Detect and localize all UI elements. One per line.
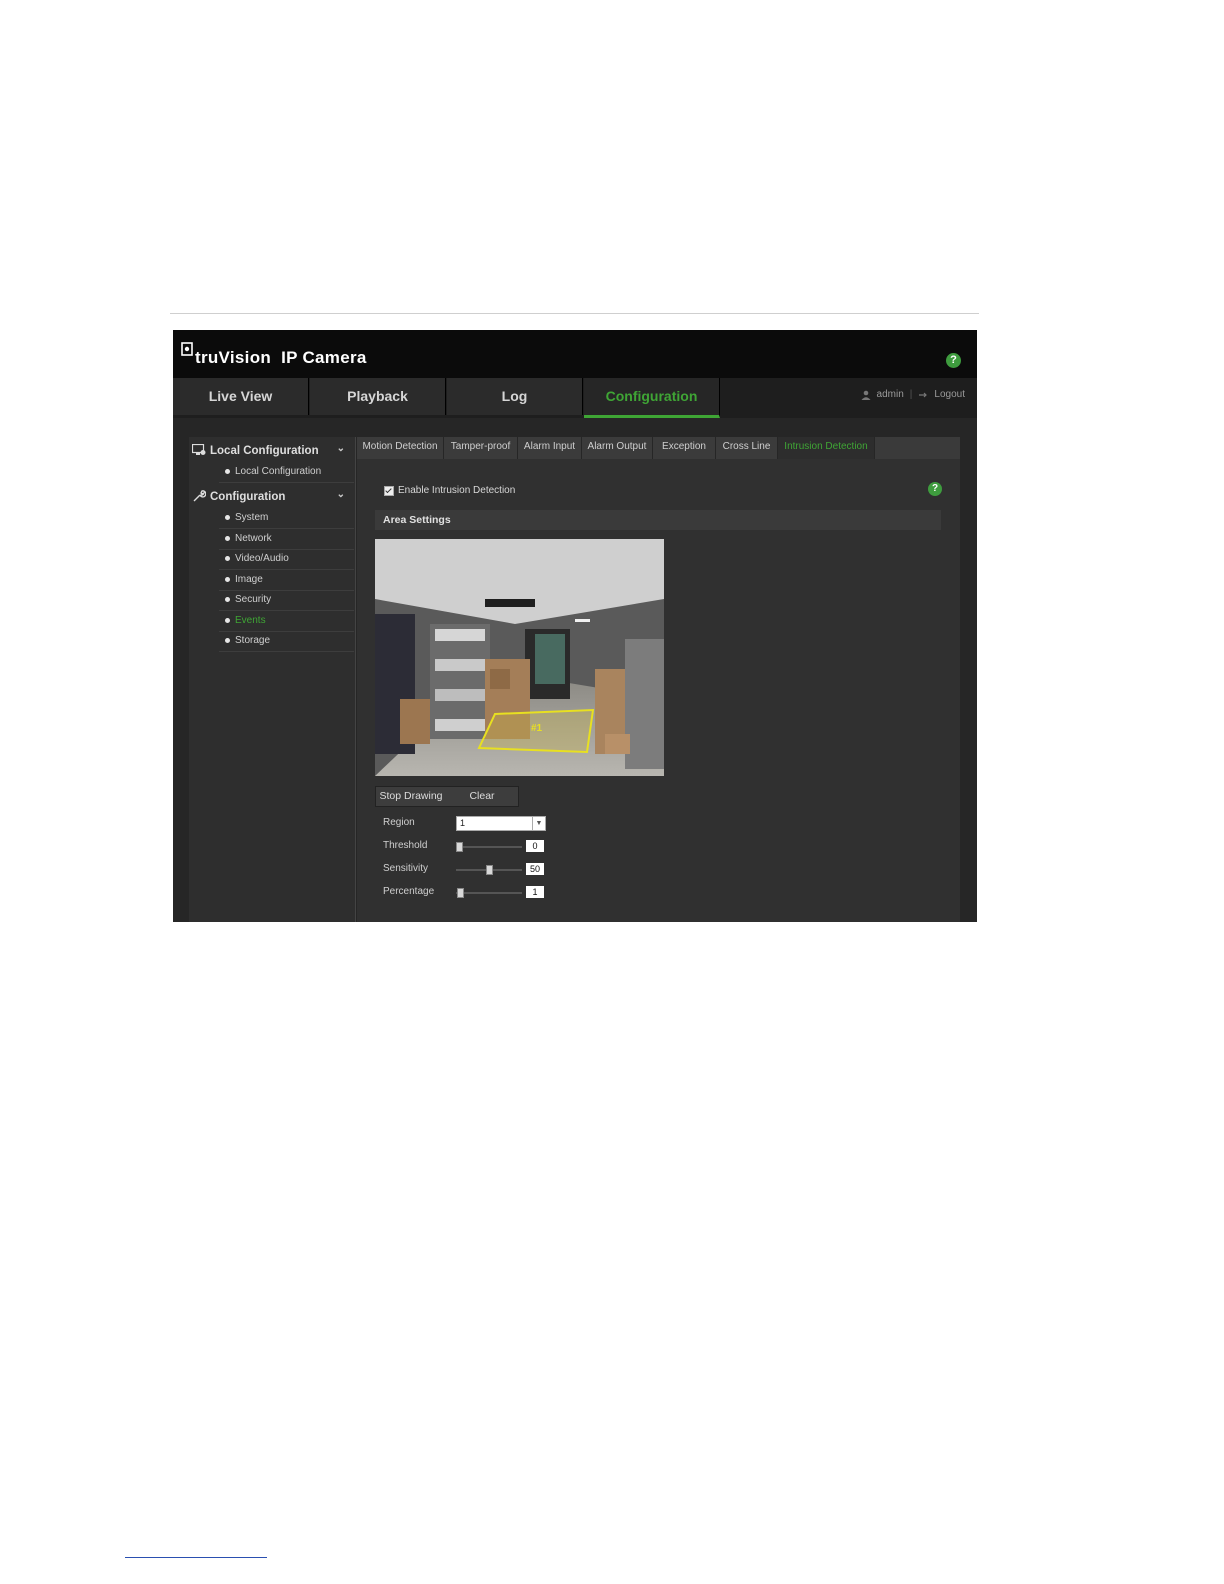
subtab-cross-line[interactable]: Cross Line bbox=[716, 437, 778, 459]
percentage-slider[interactable] bbox=[456, 888, 522, 898]
bullet-icon bbox=[225, 469, 230, 474]
page-top-rule bbox=[170, 313, 979, 314]
region-select[interactable]: 1 ▼ bbox=[456, 816, 546, 831]
page-bottom-rule bbox=[125, 1557, 267, 1558]
percentage-label: Percentage bbox=[383, 886, 435, 897]
sidebar-item-label: Local Configuration bbox=[235, 466, 322, 477]
sidebar-item-network[interactable]: Network bbox=[219, 529, 354, 550]
sidebar-item-label: Events bbox=[235, 615, 266, 626]
sidebar-item-label: Security bbox=[235, 594, 272, 605]
sidebar-item-storage[interactable]: Storage bbox=[219, 631, 354, 652]
bullet-icon bbox=[225, 536, 230, 541]
sidebar-section-local-configuration[interactable]: Local Configuration ⌄ bbox=[189, 439, 355, 461]
sensitivity-value[interactable]: 50 bbox=[526, 863, 544, 875]
subtab-alarm-output[interactable]: Alarm Output bbox=[582, 437, 653, 459]
enable-intrusion-checkbox[interactable] bbox=[384, 485, 394, 496]
bullet-icon bbox=[225, 618, 230, 623]
threshold-slider[interactable] bbox=[456, 842, 522, 852]
tab-configuration[interactable]: Configuration bbox=[584, 378, 720, 418]
sidebar-item-label: System bbox=[235, 512, 269, 523]
logout-link[interactable]: Logout bbox=[934, 389, 965, 400]
main-nav: Live View Playback Log Configuration adm… bbox=[173, 378, 977, 418]
region-label: #1 bbox=[531, 723, 543, 734]
enable-intrusion-label: Enable Intrusion Detection bbox=[398, 485, 516, 496]
tab-log[interactable]: Log bbox=[447, 378, 583, 415]
sidebar-item-label: Storage bbox=[235, 635, 271, 646]
logout-icon bbox=[919, 392, 928, 397]
chevron-down-icon[interactable]: ⌄ bbox=[337, 489, 345, 500]
bullet-icon bbox=[225, 638, 230, 643]
chevron-down-icon[interactable]: ⌄ bbox=[337, 443, 345, 454]
brand: truVision IP Camera bbox=[181, 340, 367, 368]
region-label: Region bbox=[383, 817, 415, 828]
chevron-down-icon[interactable]: ▼ bbox=[532, 817, 545, 830]
sidebar-item-security[interactable]: Security bbox=[219, 590, 354, 611]
config-sidebar: Local Configuration ⌄ Local Configuratio… bbox=[189, 437, 356, 922]
sidebar-item-local-configuration[interactable]: Local Configuration bbox=[219, 462, 354, 483]
sidebar-section-label: Local Configuration bbox=[210, 445, 319, 457]
event-subtabs: Motion Detection Tamper-proof Alarm Inpu… bbox=[357, 437, 960, 459]
sensitivity-label: Sensitivity bbox=[383, 863, 429, 874]
help-icon[interactable]: ? bbox=[928, 482, 942, 496]
region-select-value: 1 bbox=[460, 818, 466, 828]
config-content: Motion Detection Tamper-proof Alarm Inpu… bbox=[357, 437, 960, 922]
monitor-icon bbox=[192, 444, 206, 455]
bullet-icon bbox=[225, 577, 230, 582]
sidebar-item-events[interactable]: Events bbox=[219, 611, 354, 632]
subtab-intrusion-detection[interactable]: Intrusion Detection bbox=[778, 437, 875, 459]
app-header: truVision IP Camera ? bbox=[173, 330, 977, 378]
tab-live-view[interactable]: Live View bbox=[173, 378, 309, 415]
username: admin bbox=[876, 389, 904, 400]
area-settings-title: Area Settings bbox=[383, 514, 451, 526]
user-bar: admin | Logout bbox=[861, 389, 965, 400]
bullet-icon bbox=[225, 556, 230, 561]
percentage-value[interactable]: 1 bbox=[526, 886, 544, 898]
tab-playback[interactable]: Playback bbox=[310, 378, 446, 415]
sidebar-section-label: Configuration bbox=[210, 491, 286, 503]
subtab-motion-detection[interactable]: Motion Detection bbox=[357, 437, 444, 459]
area-settings-header: Area Settings bbox=[375, 510, 941, 530]
sidebar-item-system[interactable]: System bbox=[219, 508, 354, 529]
subtab-exception[interactable]: Exception bbox=[653, 437, 716, 459]
threshold-value[interactable]: 0 bbox=[526, 840, 544, 852]
user-separator: | bbox=[909, 389, 913, 400]
sidebar-item-label: Network bbox=[235, 533, 272, 544]
subtab-tamper-proof[interactable]: Tamper-proof bbox=[444, 437, 518, 459]
sidebar-item-label: Video/Audio bbox=[235, 553, 289, 564]
user-icon bbox=[861, 390, 871, 400]
sidebar-section-configuration[interactable]: Configuration ⌄ bbox=[189, 485, 355, 507]
help-icon[interactable]: ? bbox=[946, 353, 961, 368]
brand-name: truVision bbox=[195, 348, 272, 367]
subtab-alarm-input[interactable]: Alarm Input bbox=[518, 437, 582, 459]
sidebar-item-video-audio[interactable]: Video/Audio bbox=[219, 549, 354, 570]
threshold-label: Threshold bbox=[383, 840, 428, 851]
sensitivity-slider-handle[interactable] bbox=[486, 865, 493, 875]
threshold-slider-handle[interactable] bbox=[456, 842, 463, 852]
brand-subtitle: IP Camera bbox=[281, 348, 367, 367]
drawing-toolbar: Stop Drawing Clear bbox=[375, 786, 519, 807]
camera-preview[interactable]: #1 bbox=[375, 539, 664, 776]
camera-preview-image: #1 bbox=[375, 539, 664, 776]
stop-drawing-button[interactable]: Stop Drawing bbox=[376, 787, 446, 806]
percentage-slider-handle[interactable] bbox=[457, 888, 464, 898]
sidebar-item-label: Image bbox=[235, 574, 263, 585]
camera-web-ui: truVision IP Camera ? Live View Playback… bbox=[173, 330, 977, 922]
sidebar-item-image[interactable]: Image bbox=[219, 570, 354, 591]
wrench-icon bbox=[193, 490, 206, 502]
clear-button[interactable]: Clear bbox=[446, 787, 518, 806]
brand-logo-icon bbox=[181, 342, 193, 356]
bullet-icon bbox=[225, 597, 230, 602]
enable-intrusion-row: Enable Intrusion Detection bbox=[384, 485, 515, 496]
bullet-icon bbox=[225, 515, 230, 520]
sensitivity-slider[interactable] bbox=[456, 865, 522, 875]
